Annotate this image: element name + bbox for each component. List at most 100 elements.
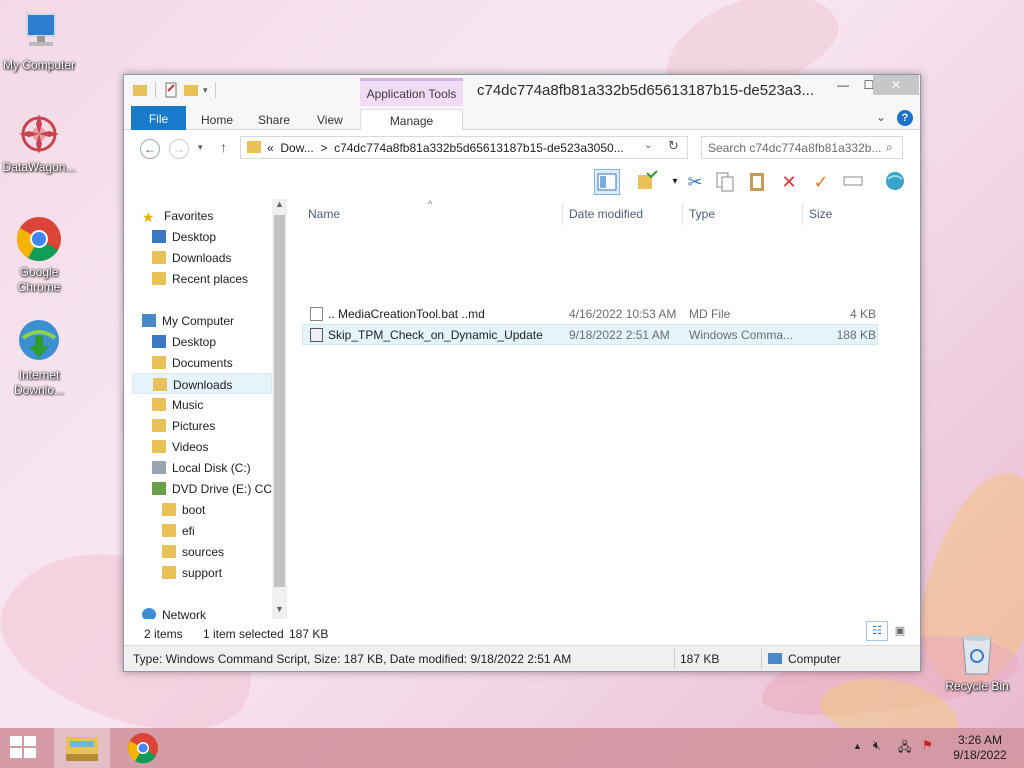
nav-pc-videos[interactable]: Videos — [152, 436, 287, 457]
scrollbar-thumb[interactable] — [274, 215, 285, 587]
nav-my-computer[interactable]: My Computer — [142, 310, 280, 331]
column-header-type[interactable]: Type — [683, 203, 803, 225]
desktop-icon-recycle-bin[interactable]: Recycle Bin — [942, 630, 1012, 693]
tab-manage[interactable]: Manage — [360, 109, 463, 130]
nav-dvd-boot[interactable]: boot — [162, 499, 287, 520]
desktop-icon-chrome[interactable]: Google Chrome — [0, 215, 78, 295]
item-count: 2 items — [144, 627, 183, 641]
computer-icon — [768, 653, 782, 664]
command-script-icon — [310, 328, 323, 342]
forward-button[interactable]: → — [169, 139, 189, 159]
up-button[interactable]: ↑ — [220, 139, 227, 155]
folder-icon — [162, 545, 176, 558]
downloads-folder-icon — [152, 251, 166, 264]
nav-pc-desktop[interactable]: Desktop — [152, 331, 287, 352]
details-view-icon[interactable]: ☷ — [866, 621, 888, 641]
action-center-icon[interactable]: ⚑ — [922, 738, 933, 752]
recycle-bin-icon — [962, 635, 992, 675]
nav-dvd-sources[interactable]: sources — [162, 541, 287, 562]
nav-pc-documents[interactable]: Documents — [152, 352, 287, 373]
check-icon[interactable]: ✓ — [808, 169, 834, 195]
nav-dvd-support[interactable]: support — [162, 562, 287, 583]
back-button[interactable]: ← — [140, 139, 160, 159]
start-button[interactable] — [10, 736, 38, 760]
selection-size: 187 KB — [289, 627, 329, 641]
system-clock[interactable]: 3:26 AM 9/18/2022 — [950, 733, 1010, 763]
network-icon[interactable]: 🖧︎ — [898, 738, 911, 759]
address-bar[interactable]: « Dow... > c74dc774a8fb81a332b5d65613187… — [240, 136, 688, 159]
chrome-icon — [15, 215, 63, 263]
nav-network[interactable]: Network — [142, 604, 280, 619]
rename-icon[interactable] — [840, 169, 866, 195]
desktop-icon-datawagon[interactable]: DataWagon... — [0, 110, 78, 175]
explorer-window: ▾ Application Tools c74dc774a8fb81a332b5… — [123, 74, 921, 672]
nav-dvd-efi[interactable]: efi — [162, 520, 287, 541]
column-header-name[interactable]: ^ Name — [302, 199, 563, 225]
dvd-drive-icon — [152, 482, 166, 495]
taskbar: ▲ 🔇︎ 🖧︎ ⚑ 3:26 AM 9/18/2022 — [0, 728, 1024, 768]
table-row[interactable]: .. MediaCreationTool.bat ..md 4/16/2022 … — [302, 303, 878, 324]
chrome-icon — [128, 733, 158, 764]
nav-favorites[interactable]: ★ Favorites — [142, 205, 280, 226]
tab-share[interactable]: Share — [258, 109, 290, 130]
close-button[interactable]: ✕ — [873, 75, 919, 95]
breadcrumb-downloads[interactable]: Dow... — [280, 141, 313, 155]
minimize-button[interactable]: — — [830, 75, 856, 95]
nav-fav-downloads[interactable]: Downloads — [152, 247, 287, 268]
paste-icon[interactable] — [744, 169, 770, 195]
scroll-up-icon[interactable]: ▲ — [275, 199, 284, 209]
computer-icon — [15, 8, 63, 56]
star-icon: ★ — [142, 209, 155, 225]
table-row[interactable]: Skip_TPM_Check_on_Dynamic_Update 9/18/20… — [302, 324, 878, 345]
search-input[interactable]: Search c74dc774a8fb81a332b... — [701, 136, 903, 159]
computer-icon — [142, 314, 156, 327]
taskbar-file-explorer[interactable] — [54, 728, 110, 768]
details-bar: Type: Windows Command Script, Size: 187 … — [124, 645, 920, 671]
music-folder-icon — [152, 398, 166, 411]
qat-dropdown-icon[interactable]: ▾ — [203, 85, 208, 96]
copy-icon[interactable] — [712, 169, 738, 195]
tab-home[interactable]: Home — [201, 109, 233, 130]
tab-view[interactable]: View — [317, 109, 343, 130]
nav-dvd-drive[interactable]: DVD Drive (E:) CC — [152, 478, 287, 499]
cut-icon[interactable]: ✂ — [682, 169, 708, 195]
nav-pc-downloads[interactable]: Downloads — [132, 373, 272, 394]
status-bar: 2 items 1 item selected 187 KB — [124, 623, 920, 645]
folder-options-icon[interactable] — [634, 169, 660, 195]
taskbar-chrome[interactable] — [115, 728, 171, 768]
scroll-down-icon[interactable]: ▼ — [275, 604, 284, 614]
tab-file[interactable]: File — [131, 106, 186, 130]
details-location: Computer — [788, 652, 841, 666]
address-row: ← → ▾ ↑ « Dow... > c74dc774a8fb81a332b5d… — [124, 131, 920, 165]
new-folder-icon[interactable] — [183, 82, 199, 98]
expand-ribbon-icon[interactable]: ⌄ — [876, 110, 886, 124]
desktop-icon-internet-download-manager[interactable]: Internet Downlo... — [0, 318, 78, 398]
refresh-icon[interactable]: ↻ — [668, 138, 679, 154]
preview-pane-icon[interactable] — [594, 169, 620, 195]
details-size: 187 KB — [680, 652, 720, 666]
folder-icon — [162, 524, 176, 537]
nav-fav-recent-places[interactable]: Recent places — [152, 268, 287, 289]
nav-pc-pictures[interactable]: Pictures — [152, 415, 287, 436]
column-header-size[interactable]: Size — [803, 203, 882, 225]
folder-icon — [162, 566, 176, 579]
breadcrumb-current-folder[interactable]: c74dc774a8fb81a332b5d65613187b15-de523a3… — [334, 141, 624, 155]
desktop-icon-my-computer[interactable]: My Computer — [0, 8, 78, 73]
volume-muted-icon[interactable]: 🔇︎ — [873, 738, 881, 753]
nav-fav-desktop[interactable]: Desktop — [152, 226, 287, 247]
help-icon[interactable]: ? — [897, 110, 913, 126]
column-header-date-modified[interactable]: Date modified — [563, 203, 683, 225]
show-hidden-icons[interactable]: ▲ — [853, 741, 862, 751]
globe-icon[interactable] — [882, 169, 908, 195]
navigation-scrollbar[interactable]: ▲ ▼ — [272, 199, 287, 619]
recent-locations-icon[interactable]: ▾ — [198, 142, 203, 153]
properties-icon[interactable] — [163, 82, 179, 98]
window-title: c74dc774a8fb81a332b5d65613187b15-de523a3… — [477, 82, 814, 99]
title-bar: ▾ Application Tools c74dc774a8fb81a332b5… — [124, 75, 920, 106]
nav-local-disk[interactable]: Local Disk (C:) — [152, 457, 287, 478]
address-dropdown-icon[interactable]: ⌄ — [644, 140, 652, 151]
nav-pc-music[interactable]: Music — [152, 394, 287, 415]
large-icons-view-icon[interactable]: ▣ — [889, 621, 911, 641]
delete-icon[interactable]: ✕ — [776, 169, 802, 195]
search-icon[interactable]: ⌕ — [886, 140, 893, 155]
